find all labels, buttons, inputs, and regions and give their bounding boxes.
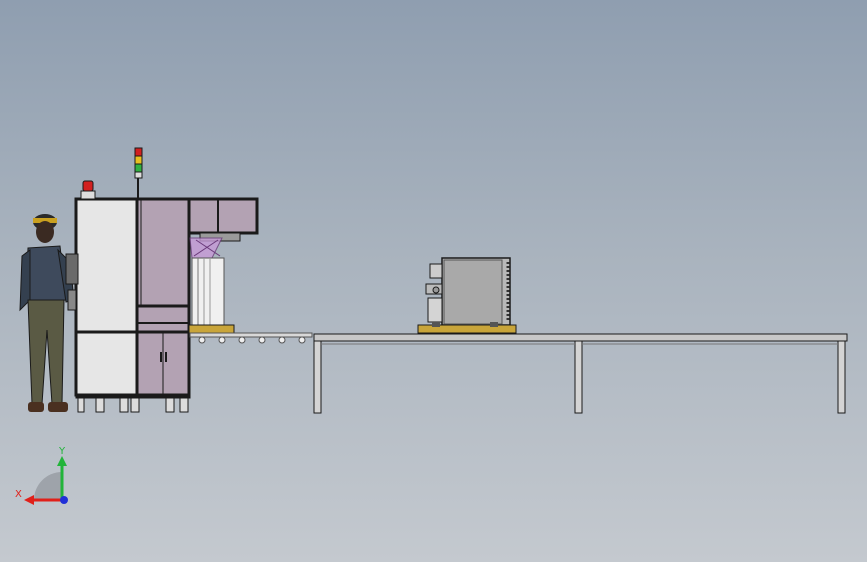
machine-right-panels	[135, 197, 191, 397]
operator-figure	[19, 214, 75, 412]
material-roll	[191, 257, 225, 327]
machine-left-cabinet	[65, 197, 139, 397]
machine-feet	[75, 394, 191, 413]
signal-tower	[134, 147, 143, 199]
conveyor-table	[313, 333, 848, 414]
top-overhang-frame	[187, 197, 259, 259]
x-axis-label: X	[15, 489, 22, 500]
y-axis-label: Y	[58, 446, 66, 457]
roller-conveyor	[189, 332, 313, 344]
pallet-left	[188, 324, 235, 334]
cad-viewport[interactable]: Y X	[0, 0, 867, 562]
warning-beacon	[80, 180, 96, 200]
z-axis-dot	[60, 496, 68, 504]
axis-triad: Y X	[15, 446, 68, 505]
product-unit	[425, 257, 511, 326]
